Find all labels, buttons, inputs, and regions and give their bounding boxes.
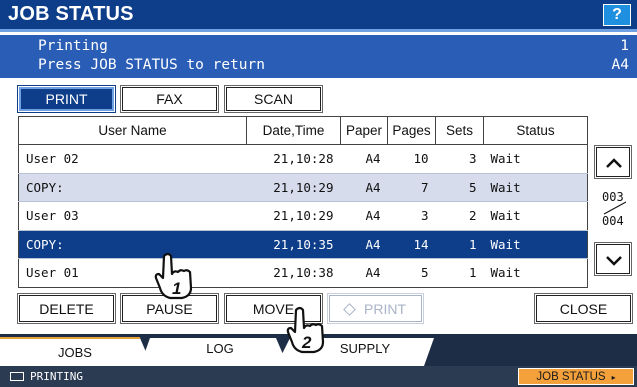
- cell-date: 21,10:38: [246, 258, 341, 287]
- cell-pages: 7: [387, 172, 436, 202]
- header-pages: Pages: [387, 116, 436, 145]
- cell-paper: A4: [340, 172, 388, 202]
- cell-sets: 1: [435, 258, 484, 287]
- cell-paper: A4: [340, 201, 388, 230]
- cell-pages: 5: [387, 258, 436, 287]
- tab-print[interactable]: PRINT: [17, 85, 116, 113]
- tab-supply[interactable]: SUPPLY: [320, 336, 410, 362]
- cell-date: 21,10:29: [246, 201, 341, 230]
- job-status-button[interactable]: JOB STATUS ▸: [518, 368, 634, 385]
- cell-sets: 1: [435, 229, 484, 259]
- cell-status: Wait: [483, 172, 588, 202]
- scroll-up-button[interactable]: [594, 145, 632, 179]
- cell-sets: 3: [435, 144, 484, 173]
- hand-pointer-icon-2: 2: [286, 306, 325, 354]
- printer-status-icon: [10, 372, 24, 381]
- cell-paper: A4: [340, 258, 388, 287]
- cell-paper: A4: [340, 229, 388, 259]
- header-sets: Sets: [435, 116, 484, 145]
- page-total: 004: [602, 214, 624, 228]
- arrow-right-icon: ▸: [611, 373, 616, 382]
- help-button[interactable]: ?: [603, 4, 631, 26]
- table-row[interactable]: User 01 21,10:38 A4 5 1 Wait: [18, 258, 588, 287]
- header-status: Status: [483, 116, 588, 145]
- device-status-text: PRINTING: [30, 370, 83, 383]
- chevron-down-icon: [606, 256, 622, 266]
- cell-user: User 03: [18, 201, 247, 230]
- cell-pages: 14: [387, 229, 436, 259]
- print-button-label: PRINT: [364, 301, 406, 317]
- table-row[interactable]: User 03 21,10:29 A4 3 2 Wait: [18, 201, 588, 230]
- instruction-message: Press JOB STATUS to return: [38, 57, 265, 73]
- cell-paper: A4: [340, 144, 388, 173]
- print-diamond-icon: [343, 303, 356, 316]
- status-message: Printing: [38, 38, 108, 54]
- cell-status: Wait: [483, 144, 588, 173]
- tab-jobs[interactable]: JOBS: [20, 340, 130, 366]
- cell-status: Wait: [483, 229, 588, 259]
- table-row[interactable]: COPY: 21,10:29 A4 7 5 Wait: [18, 172, 588, 202]
- copy-count: 1: [620, 38, 629, 54]
- print-button[interactable]: PRINT: [327, 293, 424, 324]
- tab-log[interactable]: LOG: [175, 336, 265, 362]
- cell-date: 21,10:29: [246, 172, 341, 202]
- header-paper: Paper: [340, 116, 388, 145]
- table-header: User Name Date,Time Paper Pages Sets Sta…: [18, 116, 588, 145]
- cell-status: Wait: [483, 201, 588, 230]
- cell-user: COPY:: [18, 229, 247, 259]
- title-bar: JOB STATUS ?: [0, 0, 637, 32]
- page-indicator: 003 004: [600, 190, 630, 234]
- callout-2-label: 2: [301, 333, 312, 352]
- header-date-time: Date,Time: [246, 116, 341, 145]
- cell-sets: 2: [435, 201, 484, 230]
- cell-user: User 02: [18, 144, 247, 173]
- page-title: JOB STATUS: [8, 3, 134, 25]
- job-status-button-label: JOB STATUS: [536, 371, 606, 383]
- cell-date: 21,10:35: [246, 229, 341, 259]
- paper-size: A4: [611, 57, 629, 73]
- table-row-selected[interactable]: COPY: 21,10:35 A4 14 1 Wait: [18, 229, 588, 259]
- message-area: Printing Press JOB STATUS to return 1 A4: [0, 35, 637, 78]
- status-bar: PRINTING JOB STATUS ▸: [0, 366, 637, 387]
- cell-user: COPY:: [18, 172, 247, 202]
- cell-pages: 3: [387, 201, 436, 230]
- job-list-table: User Name Date,Time Paper Pages Sets Sta…: [18, 116, 588, 288]
- delete-button[interactable]: DELETE: [17, 293, 116, 324]
- header-user-name: User Name: [18, 116, 247, 145]
- cell-sets: 5: [435, 172, 484, 202]
- cell-pages: 10: [387, 144, 436, 173]
- callout-1-label: 1: [172, 279, 181, 298]
- hand-pointer-icon-1: 1: [154, 252, 193, 300]
- scroll-down-button[interactable]: [594, 242, 632, 276]
- close-button[interactable]: CLOSE: [534, 293, 633, 324]
- chevron-up-icon: [606, 158, 622, 168]
- cell-status: Wait: [483, 258, 588, 287]
- table-row[interactable]: User 02 21,10:28 A4 10 3 Wait: [18, 144, 588, 173]
- tab-scan[interactable]: SCAN: [224, 85, 323, 113]
- cell-user: User 01: [18, 258, 247, 287]
- cell-date: 21,10:28: [246, 144, 341, 173]
- tab-fax[interactable]: FAX: [120, 85, 219, 113]
